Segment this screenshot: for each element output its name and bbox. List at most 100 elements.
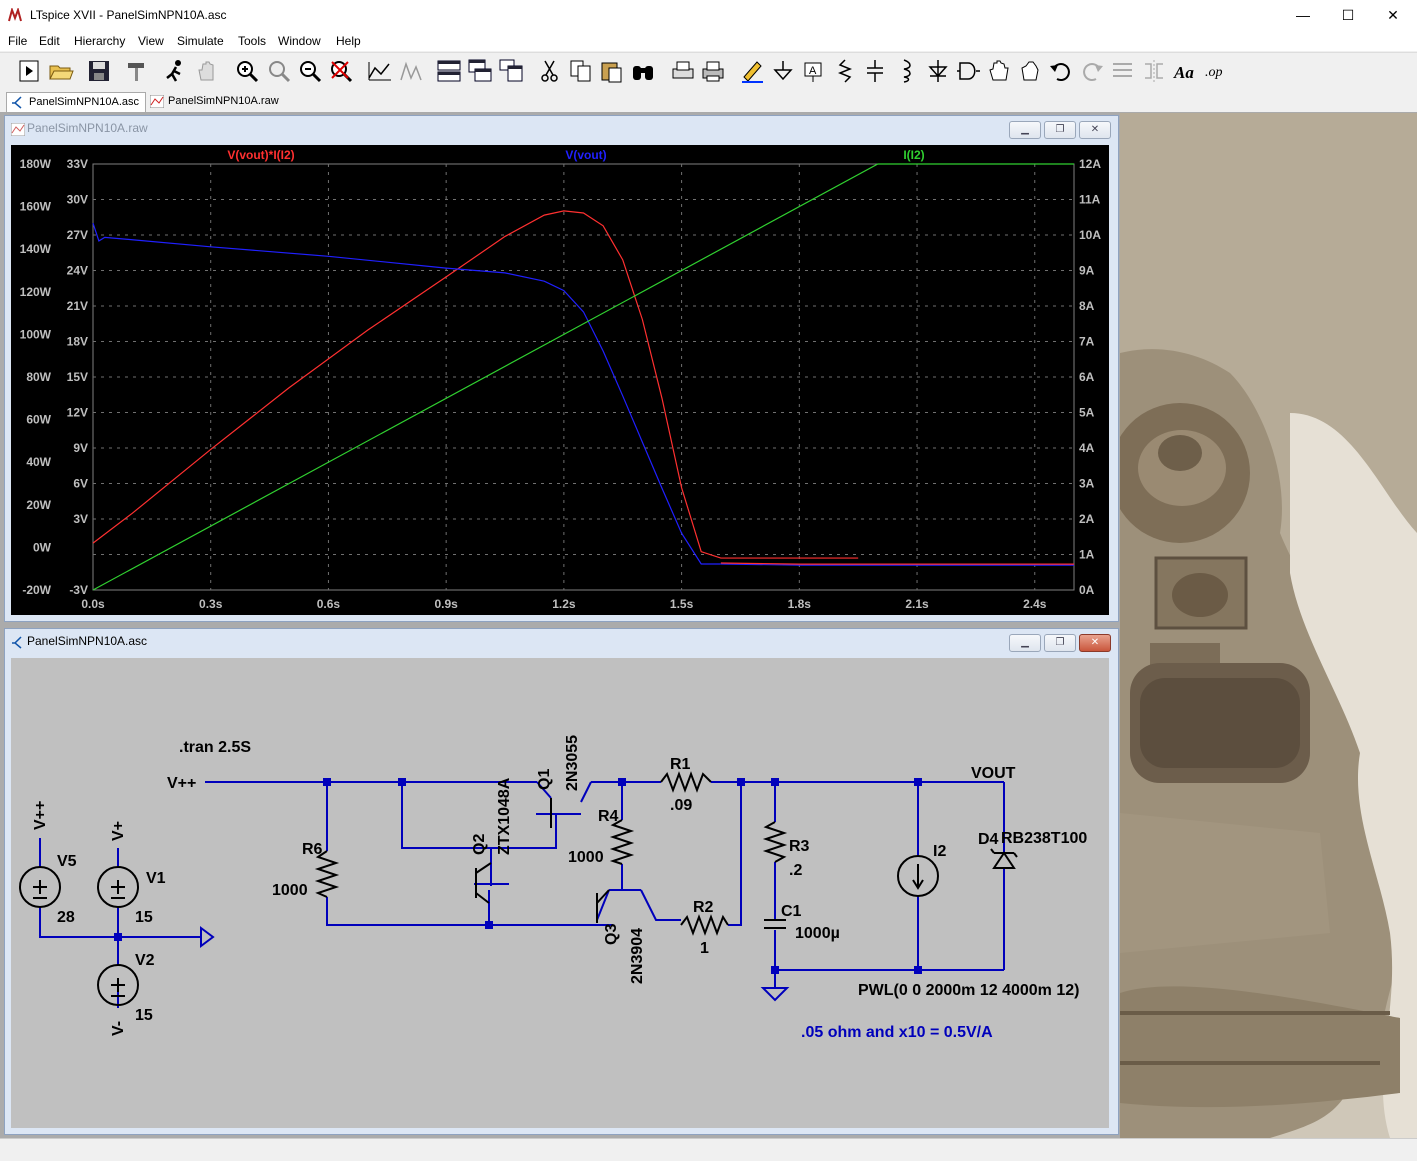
plot-close-button[interactable]: ✕ [1079, 121, 1111, 139]
zoom-in-icon[interactable] [234, 58, 260, 84]
zoom-out-icon[interactable] [297, 58, 323, 84]
redo-icon[interactable] [1079, 58, 1105, 84]
schematic-canvas[interactable]: .tran 2.5S V++ VOUT V++ V+ V- V5 28 V1 1… [11, 658, 1109, 1128]
r1-ref[interactable]: R1 [670, 756, 691, 773]
open-folder-icon[interactable] [48, 58, 74, 84]
schematic-minimize-button[interactable]: ▁ [1009, 634, 1041, 652]
copy-icon[interactable] [568, 58, 594, 84]
q1-ref[interactable]: Q1 [536, 769, 553, 790]
menu-simulate[interactable]: Simulate [177, 34, 224, 48]
schematic-restore-button[interactable]: ❐ [1044, 634, 1076, 652]
cascade-icon[interactable] [467, 58, 493, 84]
drag-hand-icon[interactable] [1017, 58, 1043, 84]
d4-value[interactable]: RB238T100 [1001, 830, 1087, 847]
zoom-cancel-icon[interactable] [328, 58, 354, 84]
schematic-close-button[interactable]: ✕ [1079, 634, 1111, 652]
label-net-icon[interactable]: A [800, 58, 826, 84]
r6-ref[interactable]: R6 [302, 841, 323, 858]
r3-value[interactable]: .2 [789, 862, 802, 879]
v1-net-label[interactable]: V+ [110, 821, 127, 841]
ground-icon[interactable] [770, 58, 796, 84]
d4-ref[interactable]: D4 [978, 831, 999, 848]
v1-ref[interactable]: V1 [146, 870, 166, 887]
v1-value[interactable]: 15 [135, 909, 153, 926]
q3-ref[interactable]: Q3 [603, 924, 620, 945]
voltage-tick-label: 21V [67, 299, 88, 313]
waveform-plot[interactable]: 0.0s 0.3s 0.6s 0.9s 1.2s 1.5s 1.8s 2.1s 2.4s 12A 1… [11, 145, 1109, 615]
tran-directive[interactable]: .tran 2.5S [179, 739, 251, 756]
tab-schematic[interactable]: PanelSimNPN10A.asc [6, 92, 147, 112]
i2-ref[interactable]: I2 [933, 843, 946, 860]
menu-help[interactable]: Help [336, 34, 361, 48]
q1-value[interactable]: 2N3055 [564, 735, 581, 791]
net-vpp-label[interactable]: V++ [167, 775, 196, 792]
rotate-icon[interactable] [1110, 58, 1136, 84]
close-button[interactable]: ✕ [1370, 0, 1416, 31]
menu-edit[interactable]: Edit [39, 34, 60, 48]
c1-ref[interactable]: C1 [781, 903, 802, 920]
text-icon[interactable]: Aa [1172, 58, 1198, 84]
menu-file[interactable]: File [8, 34, 27, 48]
move-hand-icon[interactable] [986, 58, 1012, 84]
halt-hand-icon[interactable] [194, 58, 220, 84]
menu-tools[interactable]: Tools [238, 34, 266, 48]
capacitor-icon[interactable] [862, 58, 888, 84]
print-icon[interactable] [700, 58, 726, 84]
tile-vertical-icon[interactable] [498, 58, 524, 84]
undo-icon[interactable] [1048, 58, 1074, 84]
maximize-button[interactable]: ☐ [1325, 0, 1371, 31]
new-schematic-icon[interactable] [16, 58, 42, 84]
v2-value[interactable]: 15 [135, 1007, 153, 1024]
tab-waveform[interactable]: PanelSimNPN10A.raw [146, 92, 285, 111]
paste-icon[interactable] [599, 58, 625, 84]
q2-ref[interactable]: Q2 [471, 834, 488, 855]
fft-icon[interactable] [398, 58, 424, 84]
trace-label-vout[interactable]: V(vout) [565, 148, 606, 162]
resistor-icon[interactable] [832, 58, 858, 84]
r2-value[interactable]: 1 [700, 940, 709, 957]
menu-window[interactable]: Window [278, 34, 321, 48]
diode-icon[interactable] [925, 58, 951, 84]
tile-horizontal-icon[interactable] [436, 58, 462, 84]
component-icon[interactable] [955, 58, 981, 84]
autorange-icon[interactable] [367, 58, 393, 84]
plot-restore-button[interactable]: ❐ [1044, 121, 1076, 139]
v5-value[interactable]: 28 [57, 909, 75, 926]
q2-value[interactable]: ZTX1048A [496, 777, 513, 855]
net-vout-label[interactable]: VOUT [971, 765, 1016, 782]
v2-net-label[interactable]: V- [110, 1021, 127, 1036]
spice-directive-icon[interactable]: .op [1203, 58, 1229, 84]
trace-label-current[interactable]: I(I2) [903, 148, 924, 162]
r2-ref[interactable]: R2 [693, 899, 714, 916]
inductor-icon[interactable] [893, 58, 919, 84]
mirror-icon[interactable] [1141, 58, 1167, 84]
v5-ref[interactable]: V5 [57, 853, 77, 870]
schematic-window[interactable]: PanelSimNPN10A.asc ▁ ❐ ✕ .tran 2.5S V++ … [4, 628, 1119, 1135]
find-binoculars-icon[interactable] [630, 58, 656, 84]
cut-icon[interactable] [537, 58, 563, 84]
q3-value[interactable]: 2N3904 [629, 928, 646, 984]
menu-view[interactable]: View [138, 34, 164, 48]
comment-text[interactable]: .05 ohm and x10 = 0.5V/A [801, 1024, 993, 1041]
r4-value[interactable]: 1000 [568, 849, 604, 866]
v5-net-label[interactable]: V++ [32, 801, 49, 830]
r6-value[interactable]: 1000 [272, 882, 308, 899]
i2-value[interactable]: PWL(0 0 2000m 12 4000m 12) [858, 982, 1079, 999]
control-panel-hammer-icon[interactable] [124, 58, 150, 84]
run-simulation-icon[interactable] [162, 58, 188, 84]
r1-value[interactable]: .09 [670, 797, 692, 814]
plot-minimize-button[interactable]: ▁ [1009, 121, 1041, 139]
minimize-button[interactable]: — [1280, 0, 1326, 31]
plot-window[interactable]: PanelSimNPN10A.raw ▁ ❐ ✕ 0.0s 0.3s 0.6s 0.9… [4, 115, 1119, 622]
print-preview-icon[interactable] [670, 58, 696, 84]
save-icon[interactable] [86, 58, 112, 84]
menu-hierarchy[interactable]: Hierarchy [74, 34, 125, 48]
draw-wire-pencil-icon[interactable] [739, 58, 765, 84]
pan-icon[interactable] [266, 58, 292, 84]
r4-ref[interactable]: R4 [598, 808, 619, 825]
window-title: LTspice XVII - PanelSimNPN10A.asc [30, 8, 227, 22]
c1-value[interactable]: 1000µ [795, 925, 840, 942]
r3-ref[interactable]: R3 [789, 838, 810, 855]
v2-ref[interactable]: V2 [135, 952, 155, 969]
trace-label-power[interactable]: V(vout)*I(I2) [227, 148, 294, 162]
